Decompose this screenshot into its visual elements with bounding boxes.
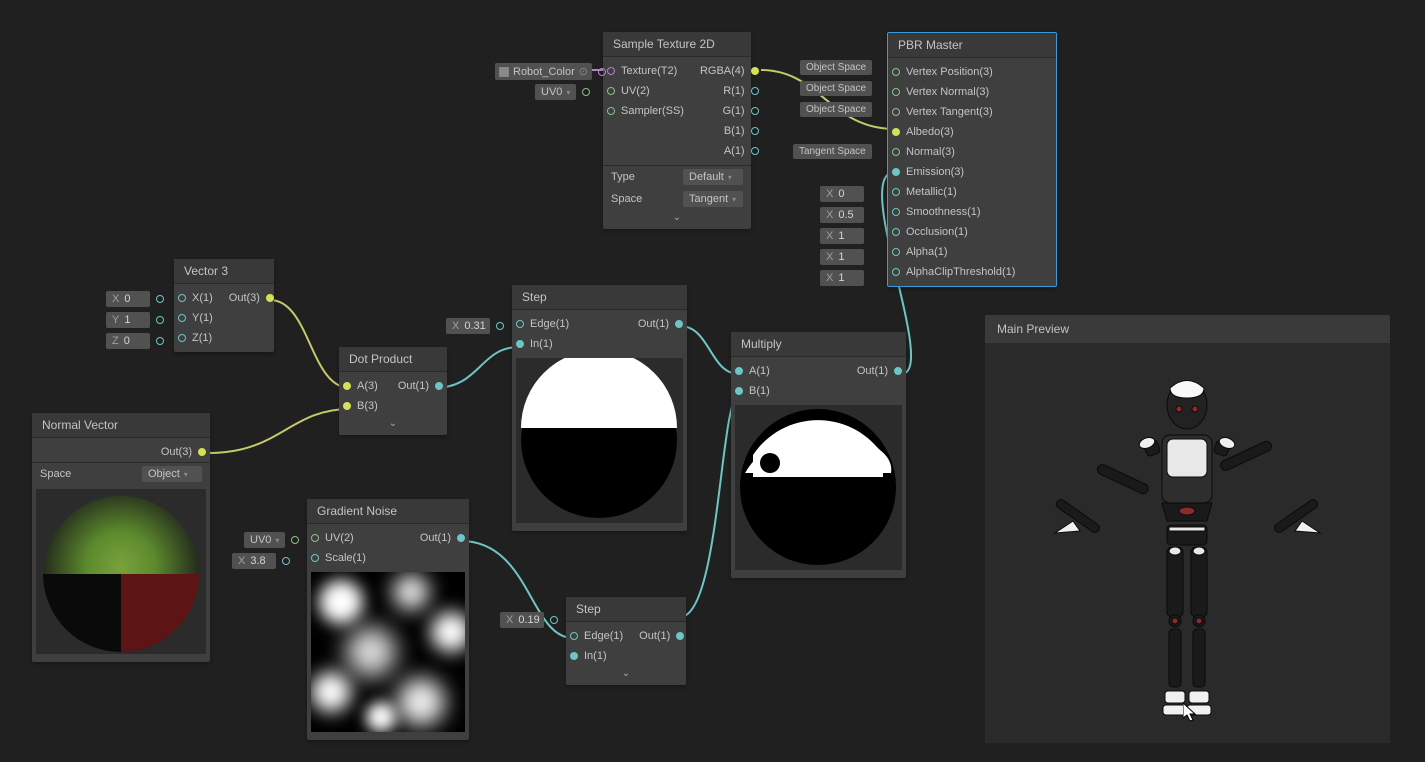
node-title: Step xyxy=(512,285,687,310)
node-title: Dot Product xyxy=(339,347,447,372)
node-title: Vector 3 xyxy=(174,259,274,284)
node-title: Multiply xyxy=(731,332,906,357)
space-label: Space xyxy=(611,193,642,205)
type-dropdown[interactable]: Default xyxy=(683,169,743,185)
node-preview xyxy=(735,405,902,570)
x-input[interactable]: X1 xyxy=(820,270,864,286)
node-title: Step xyxy=(566,597,686,622)
node-step[interactable]: Step Edge(1) In(1) Out(1) xyxy=(512,285,687,531)
main-preview-viewport[interactable] xyxy=(985,343,1390,743)
node-preview xyxy=(516,358,683,523)
node-preview xyxy=(36,489,206,654)
texture-slot-input[interactable]: Robot_Color ⊙ xyxy=(495,63,592,80)
x-input[interactable]: X0.31 xyxy=(446,318,490,334)
node-normal-vector[interactable]: Normal Vector Out(3) Space Object xyxy=(32,413,210,662)
x-input[interactable]: X0.5 xyxy=(820,207,864,223)
chevron-down-icon[interactable]: ⌄ xyxy=(339,416,447,431)
node-title: PBR Master xyxy=(888,33,1056,58)
z-input[interactable]: Z0 xyxy=(106,333,150,349)
uv-dropdown[interactable]: UV0 xyxy=(535,84,576,100)
node-preview xyxy=(311,572,465,732)
node-sample-texture-2d[interactable]: Sample Texture 2D Texture(T2) UV(2) Samp… xyxy=(603,32,751,229)
chevron-down-icon[interactable]: ⌄ xyxy=(566,666,686,681)
node-multiply[interactable]: Multiply A(1) B(1) Out(1) xyxy=(731,332,906,578)
node-step[interactable]: Step Edge(1) In(1) Out(1) ⌄ xyxy=(566,597,686,685)
x-input[interactable]: X0.19 xyxy=(500,612,544,628)
space-pill: Object Space xyxy=(800,102,872,117)
node-title: Normal Vector xyxy=(32,413,210,438)
main-preview-panel[interactable]: Main Preview xyxy=(985,315,1390,743)
space-pill: Object Space xyxy=(800,60,872,75)
x-input[interactable]: X1 xyxy=(820,249,864,265)
x-input[interactable]: X0 xyxy=(820,186,864,202)
space-dropdown[interactable]: Object xyxy=(142,466,202,482)
x-input[interactable]: X3.8 xyxy=(232,553,276,569)
chevron-down-icon[interactable]: ⌄ xyxy=(603,210,751,225)
node-vector3[interactable]: Vector 3 X(1) Y(1) Z(1) Out(3) xyxy=(174,259,274,352)
space-dropdown[interactable]: Tangent xyxy=(683,191,743,207)
node-dot-product[interactable]: Dot Product A(3) B(3) Out(1) ⌄ xyxy=(339,347,447,435)
x-input[interactable]: X0 xyxy=(106,291,150,307)
uv-dropdown[interactable]: UV0 xyxy=(244,532,285,548)
x-input[interactable]: X1 xyxy=(820,228,864,244)
node-gradient-noise[interactable]: Gradient Noise UV(2) Scale(1) Out(1) xyxy=(307,499,469,740)
type-label: Type xyxy=(611,171,635,183)
main-preview-title: Main Preview xyxy=(985,315,1390,343)
space-pill: Object Space xyxy=(800,81,872,96)
node-title: Sample Texture 2D xyxy=(603,32,751,57)
space-label: Space xyxy=(40,468,71,480)
node-title: Gradient Noise xyxy=(307,499,469,524)
y-input[interactable]: Y1 xyxy=(106,312,150,328)
node-pbr-master[interactable]: PBR Master Vertex Position(3) Vertex Nor… xyxy=(887,32,1057,287)
space-pill: Tangent Space xyxy=(793,144,872,159)
